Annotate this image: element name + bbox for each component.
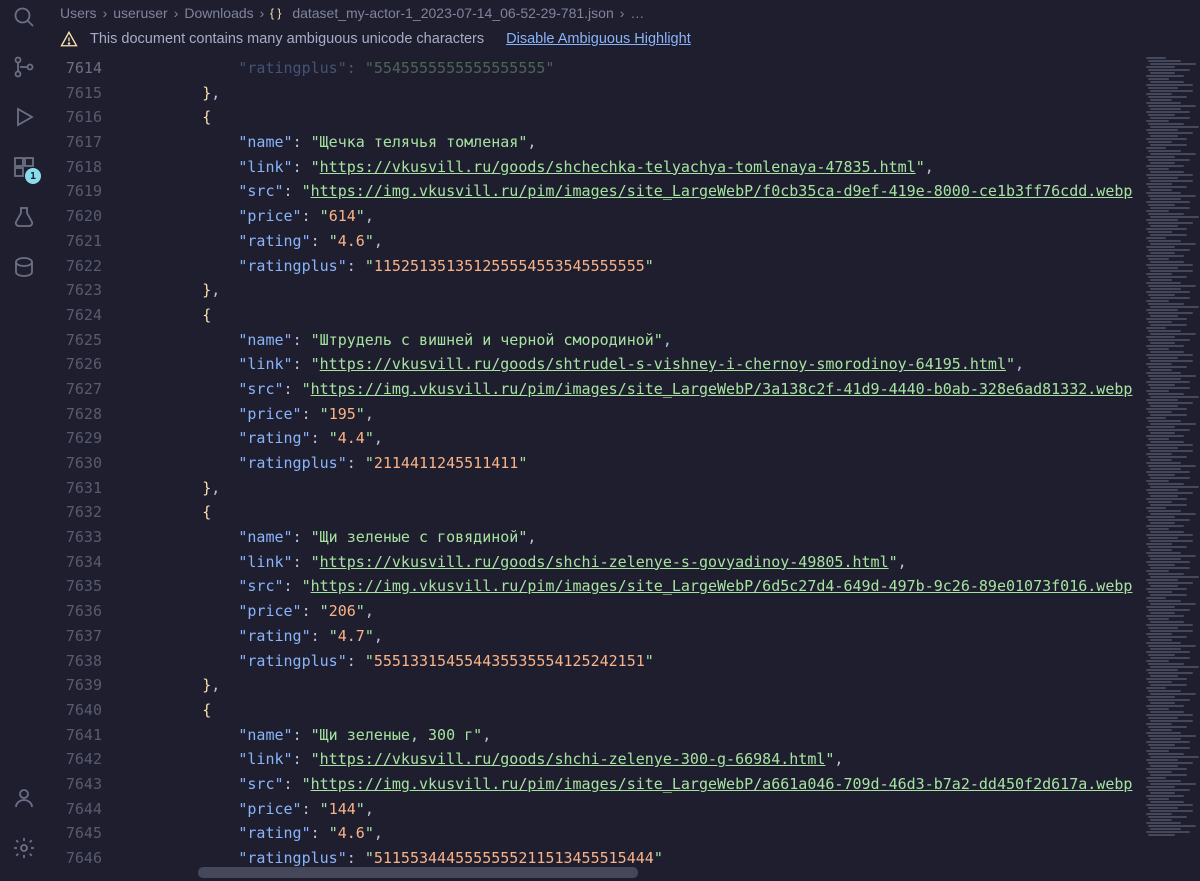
- line-number: 7614: [48, 56, 102, 81]
- code-line[interactable]: "link": "https://vkusvill.ru/goods/shche…: [130, 155, 1144, 180]
- breadcrumb-trailing[interactable]: …: [630, 5, 644, 21]
- chevron-right-icon: ›: [620, 5, 625, 21]
- line-number: 7618: [48, 155, 102, 180]
- code-line[interactable]: },: [130, 476, 1144, 501]
- code-line[interactable]: "rating": "4.6",: [130, 821, 1144, 846]
- horizontal-scrollbar-thumb[interactable]: [198, 867, 638, 878]
- code-line[interactable]: "name": "Штрудель с вишней и черной смор…: [130, 328, 1144, 353]
- code-line[interactable]: "name": "Щи зеленые с говядиной",: [130, 525, 1144, 550]
- line-number: 7632: [48, 500, 102, 525]
- run-debug-icon[interactable]: [11, 104, 37, 130]
- line-number: 7625: [48, 328, 102, 353]
- line-number: 7623: [48, 278, 102, 303]
- line-number: 7638: [48, 649, 102, 674]
- settings-icon[interactable]: [11, 835, 37, 861]
- database-icon[interactable]: [11, 254, 37, 280]
- search-icon[interactable]: [11, 4, 37, 30]
- warning-bar: This document contains many ambiguous un…: [48, 22, 1200, 56]
- code-line[interactable]: "ratingplus": "2114411245511411": [130, 451, 1144, 476]
- testing-icon[interactable]: [11, 204, 37, 230]
- line-number: 7621: [48, 229, 102, 254]
- code-line[interactable]: "price": "206",: [130, 599, 1144, 624]
- code-line[interactable]: "rating": "4.4",: [130, 426, 1144, 451]
- code-line[interactable]: "link": "https://vkusvill.ru/goods/shtru…: [130, 352, 1144, 377]
- code-line[interactable]: "ratingplus": "5545555555555555555": [130, 56, 1144, 81]
- line-number: 7620: [48, 204, 102, 229]
- code-line[interactable]: "rating": "4.7",: [130, 624, 1144, 649]
- editor-area[interactable]: 7614761576167617761876197620762176227623…: [48, 56, 1200, 881]
- svg-text:{ }: { }: [270, 6, 281, 20]
- code-line[interactable]: "price": "614",: [130, 204, 1144, 229]
- code-content[interactable]: "ratingplus": "5545555555555555555" }, {…: [130, 56, 1144, 881]
- line-number: 7635: [48, 574, 102, 599]
- line-number: 7643: [48, 772, 102, 797]
- breadcrumb-segment[interactable]: Downloads: [184, 5, 253, 21]
- line-number: 7633: [48, 525, 102, 550]
- editor-main: Users › useruser › Downloads › { } datas…: [48, 0, 1200, 881]
- line-number: 7636: [48, 599, 102, 624]
- line-number: 7641: [48, 723, 102, 748]
- code-line[interactable]: },: [130, 278, 1144, 303]
- code-line[interactable]: "src": "https://img.vkusvill.ru/pim/imag…: [130, 574, 1144, 599]
- line-number: 7645: [48, 821, 102, 846]
- json-file-icon: { }: [270, 5, 286, 21]
- extensions-icon[interactable]: 1: [11, 154, 37, 180]
- warning-text: This document contains many ambiguous un…: [90, 31, 484, 47]
- line-number: 7626: [48, 352, 102, 377]
- code-line[interactable]: "price": "195",: [130, 402, 1144, 427]
- code-line[interactable]: "price": "144",: [130, 797, 1144, 822]
- line-number: 7644: [48, 797, 102, 822]
- breadcrumb-file[interactable]: dataset_my-actor-1_2023-07-14_06-52-29-7…: [292, 5, 613, 21]
- minimap[interactable]: [1144, 56, 1200, 881]
- code-line[interactable]: "ratingplus": "1152513513512555545535455…: [130, 254, 1144, 279]
- activity-bar: 1: [0, 0, 48, 881]
- chevron-right-icon: ›: [260, 5, 265, 21]
- line-number: 7628: [48, 402, 102, 427]
- code-line[interactable]: "ratingplus": "5551331545544355355541252…: [130, 649, 1144, 674]
- line-number: 7615: [48, 81, 102, 106]
- line-number: 7627: [48, 377, 102, 402]
- code-line[interactable]: },: [130, 81, 1144, 106]
- horizontal-scrollbar[interactable]: [130, 867, 870, 878]
- warning-icon: [60, 30, 78, 48]
- line-number: 7631: [48, 476, 102, 501]
- account-icon[interactable]: [11, 785, 37, 811]
- line-number: 7640: [48, 698, 102, 723]
- line-number: 7629: [48, 426, 102, 451]
- code-line[interactable]: },: [130, 673, 1144, 698]
- line-number: 7617: [48, 130, 102, 155]
- code-line[interactable]: {: [130, 698, 1144, 723]
- line-number-gutter: 7614761576167617761876197620762176227623…: [48, 56, 130, 881]
- line-number: 7642: [48, 747, 102, 772]
- line-number: 7619: [48, 179, 102, 204]
- code-line[interactable]: {: [130, 500, 1144, 525]
- breadcrumb-segment[interactable]: Users: [60, 5, 97, 21]
- code-line[interactable]: "rating": "4.6",: [130, 229, 1144, 254]
- source-control-icon[interactable]: [11, 54, 37, 80]
- code-line[interactable]: "name": "Щечка телячья томленая",: [130, 130, 1144, 155]
- code-line[interactable]: "link": "https://vkusvill.ru/goods/shchi…: [130, 747, 1144, 772]
- breadcrumb-segment[interactable]: useruser: [113, 5, 167, 21]
- line-number: 7622: [48, 254, 102, 279]
- line-number: 7637: [48, 624, 102, 649]
- line-number: 7624: [48, 303, 102, 328]
- line-number: 7646: [48, 846, 102, 871]
- chevron-right-icon: ›: [103, 5, 108, 21]
- code-line[interactable]: {: [130, 303, 1144, 328]
- code-line[interactable]: "name": "Щи зеленые, 300 г",: [130, 723, 1144, 748]
- disable-highlight-link[interactable]: Disable Ambiguous Highlight: [506, 31, 691, 47]
- code-line[interactable]: "link": "https://vkusvill.ru/goods/shchi…: [130, 550, 1144, 575]
- code-line[interactable]: "src": "https://img.vkusvill.ru/pim/imag…: [130, 179, 1144, 204]
- extensions-badge: 1: [25, 168, 41, 184]
- code-line[interactable]: {: [130, 105, 1144, 130]
- line-number: 7639: [48, 673, 102, 698]
- chevron-right-icon: ›: [174, 5, 179, 21]
- line-number: 7616: [48, 105, 102, 130]
- code-line[interactable]: "src": "https://img.vkusvill.ru/pim/imag…: [130, 377, 1144, 402]
- line-number: 7630: [48, 451, 102, 476]
- line-number: 7634: [48, 550, 102, 575]
- breadcrumbs[interactable]: Users › useruser › Downloads › { } datas…: [48, 0, 1200, 22]
- code-line[interactable]: "src": "https://img.vkusvill.ru/pim/imag…: [130, 772, 1144, 797]
